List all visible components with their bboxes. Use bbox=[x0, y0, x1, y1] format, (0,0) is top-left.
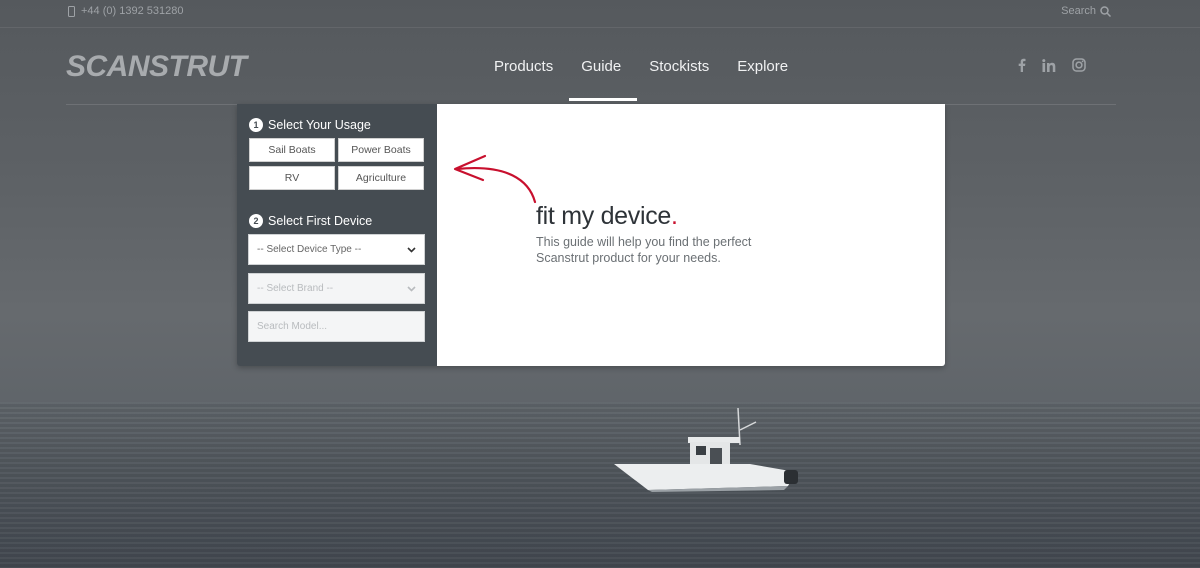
chevron-down-icon bbox=[407, 286, 416, 292]
step1-title: 1 Select Your Usage bbox=[249, 118, 371, 132]
arrow-left-icon bbox=[453, 154, 537, 204]
phone-icon bbox=[68, 5, 75, 17]
facebook-icon[interactable] bbox=[1018, 58, 1026, 72]
scanstrut-logo[interactable]: SCANSTRUT bbox=[66, 50, 247, 84]
step1-number: 1 bbox=[249, 118, 263, 132]
guide-heading: fit my device. bbox=[536, 202, 678, 230]
fit-guide-panel: 1 Select Your Usage Sail Boats Power Boa… bbox=[237, 104, 945, 366]
linkedin-icon[interactable] bbox=[1042, 58, 1056, 72]
nav-stockists[interactable]: Stockists bbox=[635, 56, 723, 78]
step2-number: 2 bbox=[249, 214, 263, 228]
step2-title: 2 Select First Device bbox=[249, 214, 372, 228]
model-search-placeholder: Search Model... bbox=[257, 321, 328, 332]
step1-label: Select Your Usage bbox=[268, 118, 371, 132]
top-bar: +44 (0) 1392 531280 Search bbox=[0, 0, 1200, 28]
nav-products[interactable]: Products bbox=[480, 56, 567, 78]
search-label: Search bbox=[1061, 5, 1096, 17]
guide-intro: fit my device. This guide will help you … bbox=[437, 104, 945, 366]
guide-sidebar: 1 Select Your Usage Sail Boats Power Boa… bbox=[237, 104, 437, 366]
usage-agriculture-button[interactable]: Agriculture bbox=[338, 166, 424, 190]
search-link[interactable]: Search bbox=[1061, 3, 1111, 19]
model-search-input[interactable]: Search Model... bbox=[248, 311, 425, 342]
brand-value: -- Select Brand -- bbox=[257, 283, 334, 294]
brand-select[interactable]: -- Select Brand -- bbox=[248, 273, 425, 304]
search-icon bbox=[1100, 5, 1111, 17]
chevron-down-icon bbox=[407, 247, 416, 253]
device-type-value: -- Select Device Type -- bbox=[257, 244, 362, 255]
boat-image bbox=[614, 407, 798, 492]
phone-number: +44 (0) 1392 531280 bbox=[81, 5, 184, 17]
phone-contact[interactable]: +44 (0) 1392 531280 bbox=[68, 3, 183, 19]
social-links bbox=[1018, 58, 1086, 72]
usage-rv-button[interactable]: RV bbox=[249, 166, 335, 190]
nav-guide[interactable]: Guide bbox=[567, 56, 635, 78]
usage-sail-boats-button[interactable]: Sail Boats bbox=[249, 138, 335, 162]
active-nav-indicator bbox=[569, 98, 637, 101]
main-nav: Products Guide Stockists Explore bbox=[480, 56, 802, 78]
guide-description: This guide will help you find the perfec… bbox=[536, 235, 752, 265]
step2-label: Select First Device bbox=[268, 214, 373, 228]
usage-power-boats-button[interactable]: Power Boats bbox=[338, 138, 424, 162]
instagram-icon[interactable] bbox=[1072, 58, 1086, 72]
nav-explore[interactable]: Explore bbox=[723, 56, 802, 78]
device-type-select[interactable]: -- Select Device Type -- bbox=[248, 234, 425, 265]
